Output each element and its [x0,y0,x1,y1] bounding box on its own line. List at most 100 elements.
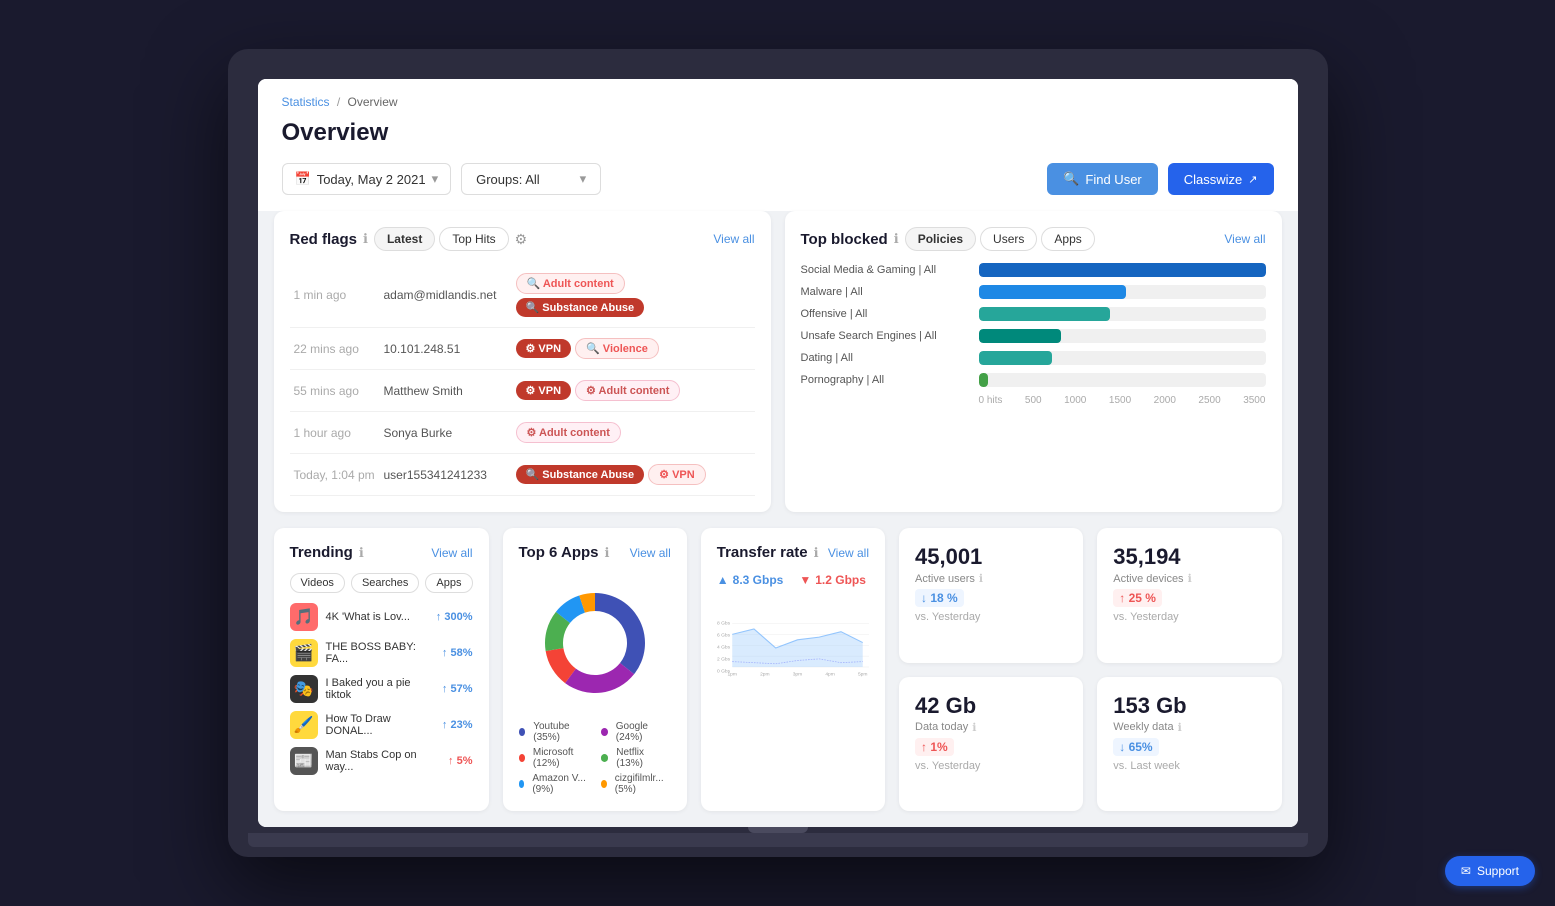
bar-label: Dating | All [801,352,971,364]
top6apps-view-all[interactable]: View all [630,546,671,560]
red-flags-title: Red flags [290,231,358,248]
classwize-button[interactable]: Classwize ↗ [1168,163,1274,195]
find-user-button[interactable]: 🔍 Find User [1047,163,1158,195]
trending-view-all[interactable]: View all [431,546,472,560]
badge[interactable]: ⚙ VPN [648,464,706,485]
badges-cell: 🔍 Substance Abuse⚙ VPN [510,454,755,496]
bar-fill [979,307,1110,321]
bar-fill [979,263,1266,277]
chevron-down-icon: ▾ [580,171,587,187]
bar-label: Pornography | All [801,374,971,386]
toolbar: 📅 Today, May 2 2021 ▾ Groups: All ▾ 🔍 Fi… [258,163,1298,211]
user-cell: Sonya Burke [380,412,510,454]
groups-dropdown-button[interactable]: Groups: All ▾ [461,163,601,195]
bar-fill [979,285,1127,299]
bar-track [979,329,1266,343]
top-blocked-chart: Social Media & Gaming | All Malware | Al… [801,263,1266,406]
stat-value: 42 Gb [915,693,1067,719]
transfer-rate-header: Transfer rate ℹ View all [717,544,869,561]
top-blocked-view-all[interactable]: View all [1224,232,1265,246]
donut-segment[interactable] [595,593,645,674]
transfer-rate-card: Transfer rate ℹ View all ▲ 8.3 Gbps ▼ 1.… [701,528,885,811]
stat-change: ↓ 18 % [915,589,964,607]
page-title: Overview [258,115,1298,163]
info-icon: ℹ [814,545,819,561]
trend-change: ↑ 58% [442,647,473,659]
bar-track [979,285,1266,299]
trend-title: I Baked you a pie tiktok [326,677,434,701]
user-cell: Matthew Smith [380,370,510,412]
list-item[interactable]: 📰 Man Stabs Cop on way... ↑ 5% [290,747,473,775]
bar-row: Offensive | All [801,307,1266,321]
transfer-rate-view-all[interactable]: View all [828,546,869,560]
time-cell: 1 hour ago [290,412,380,454]
top6apps-title: Top 6 Apps [519,544,599,561]
transfer-upload: ▲ 8.3 Gbps [717,573,784,587]
time-cell: 1 min ago [290,263,380,328]
table-row: Today, 1:04 pm user155341241233 🔍 Substa… [290,454,755,496]
trend-change: ↑ 5% [448,755,472,767]
legend-dot [519,728,526,736]
date-label: Today, May 2 2021 [317,172,426,187]
badge[interactable]: 🔍 Substance Abuse [516,465,645,484]
tab-users[interactable]: Users [980,227,1037,251]
time-cell: 55 mins ago [290,370,380,412]
list-item[interactable]: 🎬 THE BOSS BABY: FA... ↑ 58% [290,639,473,667]
svg-text:6 Gbs: 6 Gbs [717,633,731,639]
stat-vs: vs. Last week [1113,760,1265,772]
trending-tabs: Videos Searches Apps [290,573,473,593]
trend-change: ↑ 300% [436,611,473,623]
time-cell: Today, 1:04 pm [290,454,380,496]
tab-videos[interactable]: Videos [290,573,345,593]
bar-row: Social Media & Gaming | All [801,263,1266,277]
trend-title: How To Draw DONAL... [326,713,434,737]
breadcrumb-parent[interactable]: Statistics [282,95,330,109]
list-item[interactable]: 🖌️ How To Draw DONAL... ↑ 23% [290,711,473,739]
tab-latest[interactable]: Latest [374,227,435,251]
trend-title: THE BOSS BABY: FA... [326,641,434,665]
badge[interactable]: ⚙ VPN [516,339,572,358]
settings-icon[interactable]: ⚙ [515,231,528,248]
stat-change: ↑ 25 % [1113,589,1162,607]
calendar-icon: 📅 [295,171,311,187]
chevron-down-icon: ▾ [432,171,439,187]
list-item[interactable]: 🎵 4K 'What is Lov... ↑ 300% [290,603,473,631]
badge[interactable]: 🔍 Violence [575,338,659,359]
groups-label: Groups: All [476,172,540,187]
legend-item: cizgifilmlr... (5%) [601,773,671,795]
donut-chart [525,573,665,713]
tab-top-hits[interactable]: Top Hits [439,227,508,251]
badge[interactable]: 🔍 Substance Abuse [516,298,645,317]
table-row: 1 min ago adam@midlandis.net 🔍 Adult con… [290,263,755,328]
legend-dot [601,780,607,788]
search-icon: 🔍 [1063,171,1079,187]
red-flags-view-all[interactable]: View all [713,232,754,246]
badges-cell: ⚙ VPN🔍 Violence [510,328,755,370]
stat-vs: vs. Yesterday [915,611,1067,623]
tab-apps[interactable]: Apps [1041,227,1094,251]
list-item[interactable]: 🎭 I Baked you a pie tiktok ↑ 57% [290,675,473,703]
trend-title: 4K 'What is Lov... [326,611,428,623]
stat-change: ↑ 1% [915,738,954,756]
donut-segment[interactable] [565,663,634,693]
svg-text:2 Gbs: 2 Gbs [717,657,731,663]
tab-searches[interactable]: Searches [351,573,419,593]
stat-value: 45,001 [915,544,1067,570]
badge[interactable]: ⚙ Adult content [575,380,680,401]
date-picker-button[interactable]: 📅 Today, May 2 2021 ▾ [282,163,452,195]
svg-text:2pm: 2pm [760,672,769,678]
badge[interactable]: ⚙ Adult content [516,422,621,443]
breadcrumb-current: Overview [348,95,398,109]
legend-dot [519,780,525,788]
bar-fill [979,329,1061,343]
badge[interactable]: 🔍 Adult content [516,273,625,294]
user-cell: 10.101.248.51 [380,328,510,370]
badge[interactable]: ⚙ VPN [516,381,572,400]
stats-grid: 45,001 Active users ℹ ↓ 18 % vs. Yesterd… [899,528,1282,811]
info-icon: ℹ [359,545,364,561]
table-row: 1 hour ago Sonya Burke ⚙ Adult content [290,412,755,454]
support-button[interactable]: ✉ Support [1445,856,1535,886]
trend-change: ↑ 23% [442,719,473,731]
tab-apps[interactable]: Apps [425,573,472,593]
tab-policies[interactable]: Policies [905,227,976,251]
